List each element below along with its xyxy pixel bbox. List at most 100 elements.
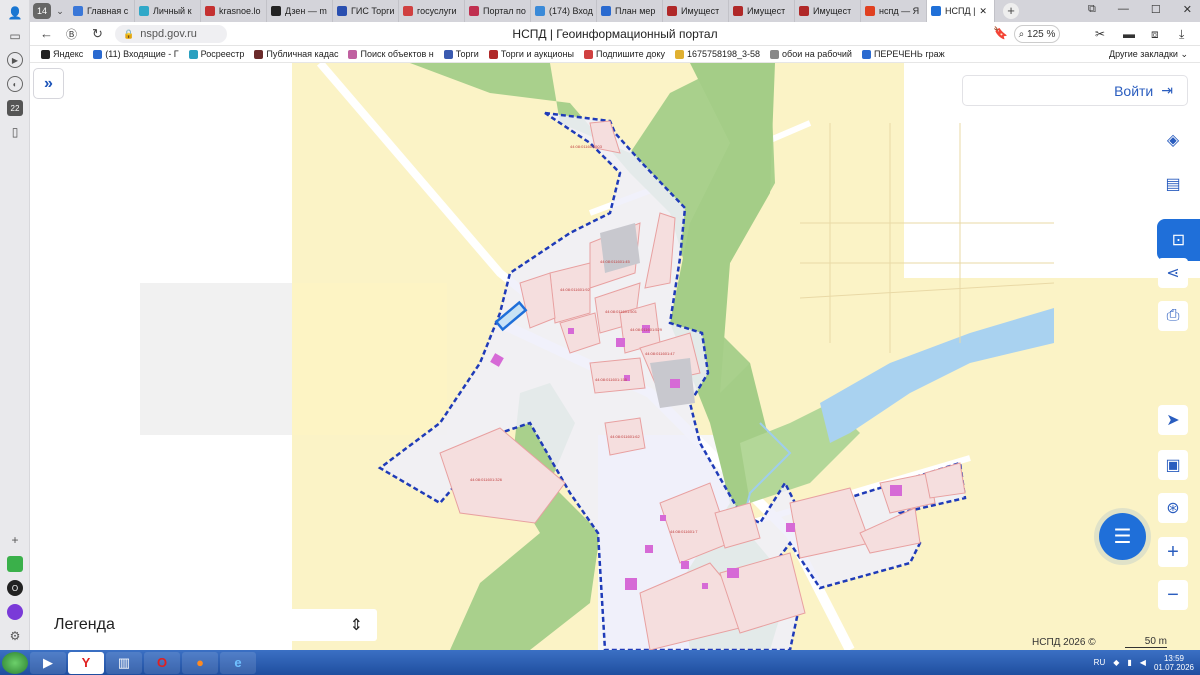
measure-button[interactable]: ▤ bbox=[1158, 169, 1188, 199]
zoom-indicator[interactable]: ⌕ 125 % bbox=[1014, 25, 1060, 43]
close-window-icon[interactable]: ✕ bbox=[1183, 3, 1192, 16]
share-button[interactable]: ⋖ bbox=[1158, 258, 1188, 288]
tab-4[interactable]: ГИС Торги bbox=[333, 0, 399, 22]
tab-1[interactable]: Личный к bbox=[135, 0, 201, 22]
tab-3[interactable]: Дзен — m bbox=[267, 0, 333, 22]
protect-icon[interactable]: Ⓑ bbox=[66, 26, 77, 42]
basemap-button[interactable]: ▣ bbox=[1158, 450, 1188, 480]
tab-6[interactable]: Портал по bbox=[465, 0, 531, 22]
maximize-icon[interactable]: ☐ bbox=[1151, 3, 1161, 16]
zoom-out-button[interactable]: − bbox=[1158, 580, 1188, 610]
app-o-icon[interactable]: O bbox=[7, 580, 23, 596]
zoom-in-button[interactable]: + bbox=[1158, 537, 1188, 567]
chevron-right-double-icon: » bbox=[44, 74, 53, 92]
tab-5[interactable]: госуслуги bbox=[399, 0, 465, 22]
print-button[interactable]: ⎙ bbox=[1158, 301, 1188, 331]
copyright: НСПД 2026 © bbox=[1032, 637, 1096, 648]
taskbar-media-icon[interactable]: ▶ bbox=[30, 651, 66, 674]
bookmark-6[interactable]: Торги и аукционы bbox=[484, 49, 579, 59]
minimize-icon[interactable]: — bbox=[1118, 3, 1129, 16]
tab-favicon-icon bbox=[667, 6, 677, 16]
bookmark-3[interactable]: Публичная кадас bbox=[249, 49, 343, 59]
bookmark-favicon-icon bbox=[674, 49, 684, 59]
tab-7[interactable]: (174) Вход bbox=[531, 0, 597, 22]
tab-13[interactable]: НСПД | ✕ bbox=[927, 0, 995, 22]
bookmark-2[interactable]: Росреестр bbox=[184, 49, 250, 59]
map-canvas[interactable]: 44:08:011601:503 44:08:011601:45 44:08:011… bbox=[30, 63, 1200, 650]
bookmark-icon[interactable]: 🔖 bbox=[993, 26, 1008, 40]
tab-list-chevron-icon[interactable]: ⌄ bbox=[51, 6, 69, 17]
bookmark-label: Торги bbox=[455, 49, 479, 59]
add-panel-icon[interactable]: + bbox=[7, 532, 23, 548]
layers-button[interactable]: ◈ bbox=[1158, 125, 1188, 155]
volume-icon[interactable]: ◀ bbox=[1140, 658, 1146, 667]
bookmark-8[interactable]: 1675758198_3-58 bbox=[670, 49, 765, 59]
profile-icon[interactable]: 👤 bbox=[7, 5, 23, 21]
field-tile bbox=[292, 283, 447, 435]
taskbar-folder-icon[interactable]: ▥ bbox=[106, 651, 142, 674]
login-button[interactable]: Войти ⇥ bbox=[962, 75, 1188, 106]
tab-count-badge[interactable]: 14 bbox=[33, 3, 51, 19]
legend-panel[interactable]: Легенда ⇕ bbox=[40, 609, 377, 641]
layers-icon: ◈ bbox=[1166, 132, 1180, 149]
clock[interactable]: 13:59 01.07.2026 bbox=[1154, 654, 1194, 672]
bookmark-7[interactable]: Подпишите доку bbox=[579, 49, 670, 59]
back-icon[interactable]: ← bbox=[40, 26, 53, 41]
taskbar-opera-icon[interactable]: O bbox=[144, 651, 180, 674]
tab-12[interactable]: нспд — Я bbox=[861, 0, 927, 22]
bookmark-favicon-icon bbox=[41, 49, 50, 59]
cadastral-map[interactable]: 44:08:011601:503 44:08:011601:45 44:08:011… bbox=[30, 63, 1200, 650]
extension-icon[interactable]: ✂ bbox=[1095, 27, 1105, 41]
bookmark-10[interactable]: ПЕРЕЧЕНЬ граж bbox=[857, 49, 950, 59]
alice-icon[interactable]: ◐ bbox=[7, 76, 23, 92]
tab-label: Главная с bbox=[87, 6, 129, 16]
taskbar-ie-icon[interactable]: e bbox=[220, 651, 256, 674]
tab-9[interactable]: Имущест bbox=[663, 0, 729, 22]
taskbar-firefox-icon[interactable]: ● bbox=[182, 651, 218, 674]
parcel-label: 44:08:011601:47 bbox=[645, 351, 676, 356]
chat-button[interactable]: ☰ bbox=[1099, 513, 1146, 560]
tab-2[interactable]: krasnoe.lo bbox=[201, 0, 267, 22]
tab-10[interactable]: Имущест bbox=[729, 0, 795, 22]
reload-icon[interactable]: ↻ bbox=[92, 26, 103, 42]
bookmark-4[interactable]: Поиск объектов н bbox=[343, 49, 438, 59]
bookmark-9[interactable]: обои на рабочий bbox=[765, 49, 857, 59]
start-button[interactable] bbox=[2, 651, 28, 674]
close-tab-icon[interactable]: ✕ bbox=[979, 6, 987, 17]
new-tab-button[interactable]: + bbox=[1003, 3, 1019, 19]
app-green-icon[interactable] bbox=[7, 556, 23, 572]
play-icon[interactable]: ▶ bbox=[7, 52, 23, 68]
tab-0[interactable]: Главная с bbox=[69, 0, 135, 22]
tab-8[interactable]: План мер bbox=[597, 0, 663, 22]
clock-time: 13:59 bbox=[1163, 653, 1184, 663]
gosuslugi-button[interactable]: ⊡ bbox=[1157, 219, 1200, 261]
locate-button[interactable]: ➤ bbox=[1158, 405, 1188, 435]
network-icon[interactable]: ▮ bbox=[1127, 658, 1131, 667]
restore-icon[interactable]: ⧉ bbox=[1088, 3, 1096, 16]
tray-app-icon[interactable]: ◆ bbox=[1113, 658, 1119, 667]
collections-icon[interactable]: ▭ bbox=[7, 28, 23, 44]
zoom-value: 125 % bbox=[1027, 28, 1056, 40]
lock-icon: 🔒 bbox=[123, 28, 135, 39]
extensions-icon[interactable]: ⧈ bbox=[1151, 27, 1159, 42]
bookmark-1[interactable]: (11) Входящие - Г bbox=[88, 49, 183, 59]
expand-panel-button[interactable]: » bbox=[33, 68, 64, 99]
bookmark-0[interactable]: Яндекс bbox=[36, 49, 88, 59]
url-field[interactable]: 🔒 nspd.gov.ru bbox=[115, 25, 227, 43]
app-purple-icon[interactable] bbox=[7, 604, 23, 620]
document-icon[interactable]: ▯ bbox=[7, 124, 23, 140]
settings-gear-icon[interactable]: ⚙ bbox=[7, 628, 23, 644]
taskbar-yandex-icon[interactable]: Y bbox=[68, 651, 104, 674]
chevron-updown-icon[interactable]: ⇕ bbox=[350, 615, 363, 635]
bookmark-5[interactable]: Торги bbox=[439, 49, 484, 59]
tab-label: НСПД | bbox=[945, 6, 976, 16]
search-location-button[interactable]: ⊛ bbox=[1158, 493, 1188, 523]
hat-icon[interactable]: ▬ bbox=[1123, 27, 1135, 41]
language-indicator[interactable]: RU bbox=[1094, 658, 1106, 667]
tab-favicon-icon bbox=[271, 6, 281, 16]
download-icon[interactable]: ⤓ bbox=[1179, 27, 1184, 42]
tab-11[interactable]: Имущест bbox=[795, 0, 861, 22]
tab-favicon-icon bbox=[799, 6, 809, 16]
other-bookmarks[interactable]: Другие закладки ⌄ bbox=[1109, 49, 1188, 60]
calendar-icon[interactable]: 22 bbox=[7, 100, 23, 116]
